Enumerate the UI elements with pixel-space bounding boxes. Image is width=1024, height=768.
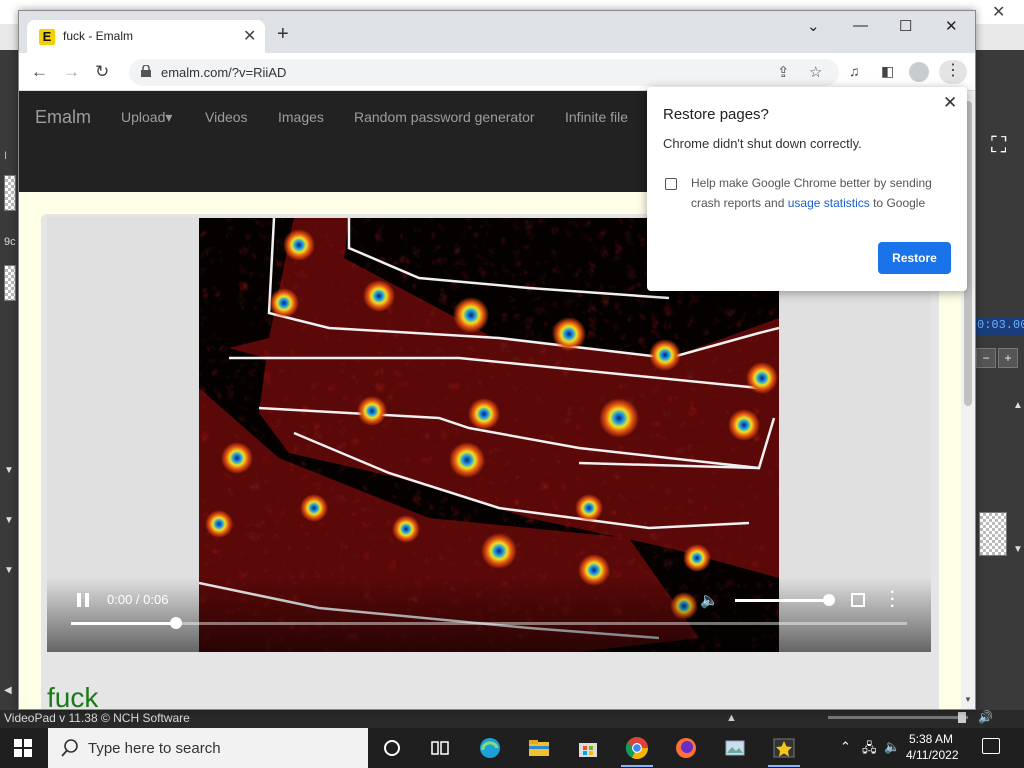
nav-infinite-file[interactable]: Infinite file xyxy=(565,109,628,125)
videopad-right-panel: ⛶ 0:03.000 − + ▼ ▲ xyxy=(975,50,1024,710)
tab-close-icon[interactable]: ✕ xyxy=(243,26,256,46)
clip-thumbnail[interactable] xyxy=(4,265,16,301)
videopad-close-icon[interactable]: ✕ xyxy=(992,2,1005,22)
collapse-arrow-icon[interactable]: ▼ xyxy=(4,565,14,576)
dialog-close-icon[interactable]: ✕ xyxy=(943,93,957,113)
browser-tab[interactable]: E fuck - Emalm ✕ xyxy=(27,20,265,53)
address-bar[interactable]: emalm.com/?v=RiiAD ⇪ ☆ xyxy=(129,59,839,86)
left-panel-tag: I xyxy=(4,150,8,162)
chrome-icon[interactable] xyxy=(621,736,653,767)
store-icon[interactable] xyxy=(576,736,600,760)
profile-avatar-icon[interactable] xyxy=(909,62,929,82)
collapse-arrow-icon[interactable]: ▼ xyxy=(4,465,14,476)
favicon: E xyxy=(39,29,55,45)
videopad-status-bar: VideoPad v 11.38 © NCH Software ▲ 🔊 xyxy=(0,710,1024,728)
video-more-options-icon[interactable]: · · · xyxy=(890,585,895,615)
dialog-title: Restore pages? xyxy=(663,106,769,123)
video-controls-bar xyxy=(47,577,931,652)
search-placeholder: Type here to search xyxy=(88,740,221,757)
clip-thumbnail[interactable] xyxy=(4,175,16,211)
show-hidden-icons-icon[interactable]: ⌃ xyxy=(840,739,851,755)
site-brand[interactable]: Emalm xyxy=(35,107,91,128)
bookmark-star-icon[interactable]: ☆ xyxy=(809,63,822,81)
volume-slider[interactable] xyxy=(735,599,827,602)
media-control-icon[interactable]: ♫ xyxy=(849,63,860,79)
video-time-display: 0:00 / 0:06 xyxy=(107,592,169,607)
status-text: VideoPad v 11.38 © NCH Software xyxy=(4,711,190,725)
tab-title: fuck - Emalm xyxy=(63,29,134,43)
dialog-message: Chrome didn't shut down correctly. xyxy=(663,136,862,151)
chrome-window: E fuck - Emalm ✕ + ⌄ — ☐ ✕ ← → ↻ emalm.c… xyxy=(18,10,976,710)
pause-icon[interactable] xyxy=(77,593,91,609)
nav-upload-label: Upload xyxy=(121,109,166,125)
clock-date: 4/11/2022 xyxy=(906,748,959,762)
crash-report-text-end: to Google xyxy=(869,196,926,210)
left-panel-tag: 9c xyxy=(4,236,16,248)
taskbar-search-box[interactable]: Type here to search xyxy=(48,728,368,768)
crash-report-label: Help make Google Chrome better by sendin… xyxy=(691,173,951,213)
firefox-icon[interactable] xyxy=(674,736,698,760)
file-explorer-icon[interactable] xyxy=(527,736,551,760)
video-progress-fill xyxy=(71,622,177,625)
browser-toolbar: ← → ↻ emalm.com/?v=RiiAD ⇪ ☆ ♫ ◧ ⋮ xyxy=(19,53,975,91)
volume-slider-handle[interactable] xyxy=(823,594,835,606)
new-tab-icon[interactable]: + xyxy=(277,23,289,46)
video-progress-bar[interactable] xyxy=(71,617,907,629)
transition-thumbnail[interactable] xyxy=(979,512,1007,556)
zoom-slider-knob[interactable] xyxy=(958,712,966,723)
cortana-icon[interactable] xyxy=(380,736,404,760)
zoom-out-icon[interactable]: − xyxy=(976,348,996,368)
collapse-arrow-icon[interactable]: ▼ xyxy=(4,515,14,526)
videopad-left-panel: I 9c ▼ ▼ ▼ ◀ xyxy=(0,50,18,710)
lock-icon xyxy=(141,65,151,77)
side-panel-icon[interactable]: ◧ xyxy=(881,63,894,80)
windows-taskbar: Type here to search ⌃ 🖧 🔈 5:38 AM 4/11/2… xyxy=(0,728,1024,768)
scroll-down-arrow-icon[interactable]: ▼ xyxy=(1013,544,1023,555)
zoom-slider[interactable] xyxy=(828,716,968,719)
notification-center-icon[interactable] xyxy=(982,738,1000,754)
scroll-down-arrow-icon[interactable]: ▼ xyxy=(964,695,972,704)
nav-upload[interactable]: Upload▾ xyxy=(121,109,172,126)
page-heading: fuck xyxy=(47,682,99,710)
back-icon[interactable]: ← xyxy=(31,62,48,82)
tab-strip: E fuck - Emalm ✕ + ⌄ — ☐ ✕ xyxy=(19,11,975,53)
speaker-icon[interactable]: 🔈 xyxy=(884,739,900,755)
usage-statistics-link[interactable]: usage statistics xyxy=(788,196,870,210)
maximize-icon[interactable]: ☐ xyxy=(899,17,912,35)
close-icon[interactable]: ✕ xyxy=(945,17,958,35)
nav-random-password-generator[interactable]: Random password generator xyxy=(354,109,535,125)
crash-report-checkbox[interactable] xyxy=(665,178,677,190)
clock-time: 5:38 AM xyxy=(908,732,954,746)
timecode-display: 0:03.000 xyxy=(975,318,1024,336)
windows-start-icon[interactable] xyxy=(14,739,32,757)
share-icon[interactable]: ⇪ xyxy=(777,63,790,81)
photos-icon[interactable] xyxy=(723,736,747,760)
search-icon xyxy=(61,739,78,757)
system-clock[interactable]: 5:38 AM 4/11/2022 xyxy=(906,731,959,763)
restore-pages-dialog: Restore pages? ✕ Chrome didn't shut down… xyxy=(647,87,967,291)
scroll-left-arrow-icon[interactable]: ◀ xyxy=(4,685,12,696)
nav-videos[interactable]: Videos xyxy=(205,109,248,125)
task-view-icon[interactable] xyxy=(428,736,452,760)
volume-icon[interactable]: 🔊 xyxy=(978,710,993,724)
volume-icon[interactable]: 🔈 xyxy=(700,591,719,609)
minimize-icon[interactable]: — xyxy=(853,17,868,34)
videopad-icon[interactable] xyxy=(768,736,800,767)
network-icon[interactable]: 🖧 xyxy=(862,739,877,761)
fullscreen-expand-icon[interactable]: ⛶ xyxy=(991,132,1006,158)
zoom-in-icon[interactable]: + xyxy=(998,348,1018,368)
edge-icon[interactable] xyxy=(478,736,502,760)
timeline-marker-icon[interactable]: ▲ xyxy=(726,712,737,724)
chrome-menu-icon[interactable]: ⋮ xyxy=(939,60,967,84)
scroll-up-arrow-icon[interactable]: ▲ xyxy=(1013,400,1023,411)
nav-images[interactable]: Images xyxy=(278,109,324,125)
upload-caret-icon: ▾ xyxy=(165,109,173,125)
url-text: emalm.com/?v=RiiAD xyxy=(161,65,287,80)
restore-button[interactable]: Restore xyxy=(878,242,951,274)
forward-icon[interactable]: → xyxy=(63,62,80,82)
fullscreen-icon[interactable] xyxy=(851,593,865,607)
chevron-down-icon[interactable]: ⌄ xyxy=(807,17,820,35)
reload-icon[interactable]: ↻ xyxy=(95,62,109,82)
